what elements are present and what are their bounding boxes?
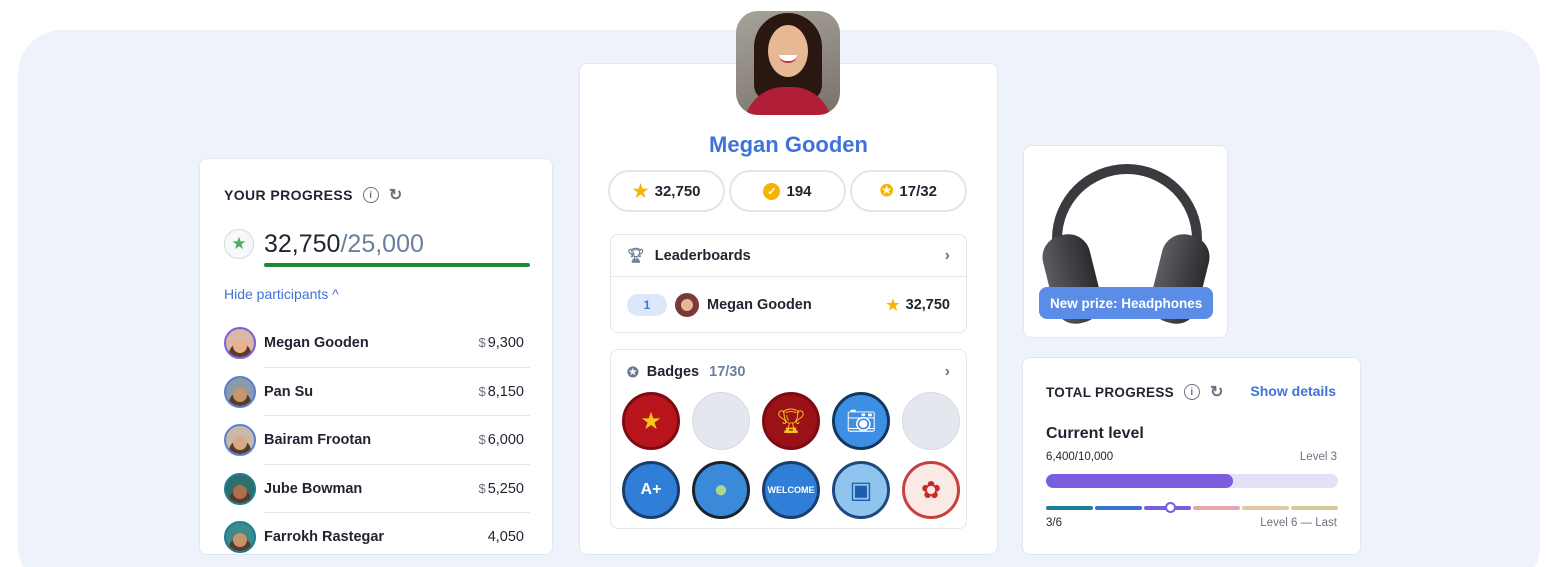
level-step-segment xyxy=(1242,506,1289,510)
participant-name: Farrokh Rastegar xyxy=(264,529,385,546)
prize-label: New prize: Headphones xyxy=(1039,287,1214,319)
current-step-marker xyxy=(1165,502,1176,513)
level-progress-bar xyxy=(1046,474,1338,488)
score-row: ★ 32,750/25,000 xyxy=(224,229,424,259)
list-item[interactable]: Jube Bowman $5,250 xyxy=(224,465,530,514)
list-item[interactable]: Bairam Frootan $6,000 xyxy=(224,416,530,465)
chevron-right-icon: › xyxy=(944,363,950,380)
score-progress-bar xyxy=(264,263,530,267)
participant-name: Megan Gooden xyxy=(264,335,369,352)
chevron-right-icon: › xyxy=(944,246,950,264)
profile-avatar xyxy=(736,11,840,115)
leaderboards-title: Leaderboards xyxy=(654,247,751,264)
leaderboard-score: ★ 32,750 xyxy=(886,297,950,314)
coin-icon: ✓ xyxy=(763,182,781,200)
star-icon: ★ xyxy=(224,229,254,259)
your-progress-title: YOUR PROGRESS xyxy=(224,187,353,203)
empty-badge-slot xyxy=(692,392,750,450)
steps-count: 3/6 xyxy=(1046,517,1062,529)
stats-pills: ★ 32,750 ✓ 194 ✪ 17/32 xyxy=(608,170,967,212)
avatar xyxy=(224,424,256,457)
total-progress-title: TOTAL PROGRESS xyxy=(1046,384,1174,400)
total-progress-header: TOTAL PROGRESS i ↻ xyxy=(1046,382,1224,402)
avatar xyxy=(224,521,256,554)
avatar xyxy=(224,327,256,360)
profile-name: Megan Gooden xyxy=(709,132,868,157)
info-icon[interactable]: i xyxy=(1183,384,1200,400)
participant-value: 4,050 xyxy=(487,529,524,546)
badges-title: Badges xyxy=(646,364,700,380)
avatar xyxy=(224,375,256,408)
your-progress-header: YOUR PROGRESS i ↻ xyxy=(224,185,403,205)
trophy-icon: 🏆︎ xyxy=(627,247,645,263)
leaderboard-name: Megan Gooden xyxy=(707,297,812,313)
score-value: 32,750/25,000 xyxy=(264,229,424,258)
list-item[interactable]: Pan Su $8,150 xyxy=(224,368,530,417)
level-step-segment xyxy=(1291,506,1338,510)
participant-value: $6,000 xyxy=(478,432,524,449)
list-item[interactable]: Megan Gooden $9,300 xyxy=(224,319,530,368)
last-level-label: Level 6 — Last xyxy=(1260,517,1337,529)
badges-pill: ✪ 17/32 xyxy=(850,170,967,212)
total-progress-card: TOTAL PROGRESS i ↻ Show details Current … xyxy=(1022,357,1361,555)
camera-badge[interactable]: 📷︎ xyxy=(832,392,890,450)
rank-badge: 1 xyxy=(627,294,667,316)
avatar xyxy=(675,293,699,317)
refresh-icon[interactable]: ↻ xyxy=(1210,382,1224,402)
participant-value: $9,300 xyxy=(478,335,524,352)
level-steps-bar xyxy=(1046,506,1338,510)
briefcase-badge[interactable]: ▣ xyxy=(832,461,890,519)
ribbon-icon: ✪ xyxy=(627,363,639,380)
participant-name: Jube Bowman xyxy=(264,480,363,497)
participant-value: $8,150 xyxy=(478,383,524,400)
badges-grid: ★ 🏆︎ 📷︎ A+ ● WELCOME ▣ ✿ xyxy=(622,392,960,519)
current-level-title: Current level xyxy=(1046,425,1144,442)
star-icon: ★ xyxy=(886,297,900,314)
your-progress-card: YOUR PROGRESS i ↻ ★ 32,750/25,000 Hide p… xyxy=(199,158,553,555)
level-step-segment xyxy=(1046,506,1093,510)
grade-badge[interactable]: A+ xyxy=(622,461,680,519)
badges-header[interactable]: ✪ Badges 17/30 › xyxy=(611,350,966,394)
level-name: Level 3 xyxy=(1299,451,1337,463)
welcome-badge[interactable]: WELCOME xyxy=(762,461,820,519)
leaderboard-row[interactable]: 1 Megan Gooden ★ 32,750 xyxy=(611,277,966,333)
level-step-segment xyxy=(1193,506,1240,510)
trophy-badge[interactable]: 🏆︎ xyxy=(762,392,820,450)
ribbon-icon: ✪ xyxy=(880,183,894,200)
empty-badge-slot xyxy=(902,392,960,450)
level-progress-fill xyxy=(1046,474,1233,488)
stars-badge[interactable]: ★ xyxy=(622,392,680,450)
refresh-icon[interactable]: ↻ xyxy=(389,185,403,205)
info-icon[interactable]: i xyxy=(362,187,379,203)
badges-count: 17/30 xyxy=(709,364,746,380)
level-step-segment xyxy=(1095,506,1142,510)
coins-pill: ✓ 194 xyxy=(729,170,846,212)
traffic-light-badge[interactable]: ● xyxy=(692,461,750,519)
participant-value: $5,250 xyxy=(478,480,524,497)
leaderboards-box: 🏆︎ Leaderboards › 1 Megan Gooden ★ 32,750 xyxy=(610,234,967,333)
profile-card: Megan Gooden ★ 32,750 ✓ 194 ✪ 17/32 🏆︎ Lead… xyxy=(579,63,998,555)
level-numbers: 6,400/10,000 xyxy=(1046,451,1114,463)
participant-name: Pan Su xyxy=(264,383,314,400)
flower-badge[interactable]: ✿ xyxy=(902,461,960,519)
hide-participants-link[interactable]: Hide participants ^ xyxy=(224,286,339,302)
list-item[interactable]: Farrokh Rastegar 4,050 xyxy=(224,513,530,562)
prize-card[interactable]: New prize: Headphones xyxy=(1023,145,1228,338)
badges-box: ✪ Badges 17/30 › ★ 🏆︎ 📷︎ A+ ● WELCOME ▣ … xyxy=(610,349,967,529)
show-details-link[interactable]: Show details xyxy=(1250,383,1336,399)
points-pill: ★ 32,750 xyxy=(608,170,725,212)
participant-name: Bairam Frootan xyxy=(264,432,372,449)
leaderboards-header[interactable]: 🏆︎ Leaderboards › xyxy=(611,235,966,277)
avatar xyxy=(224,472,256,505)
star-icon: ★ xyxy=(632,180,649,201)
participants-list: Megan Gooden $9,300 Pan Su $8,150 Bairam… xyxy=(224,319,530,562)
